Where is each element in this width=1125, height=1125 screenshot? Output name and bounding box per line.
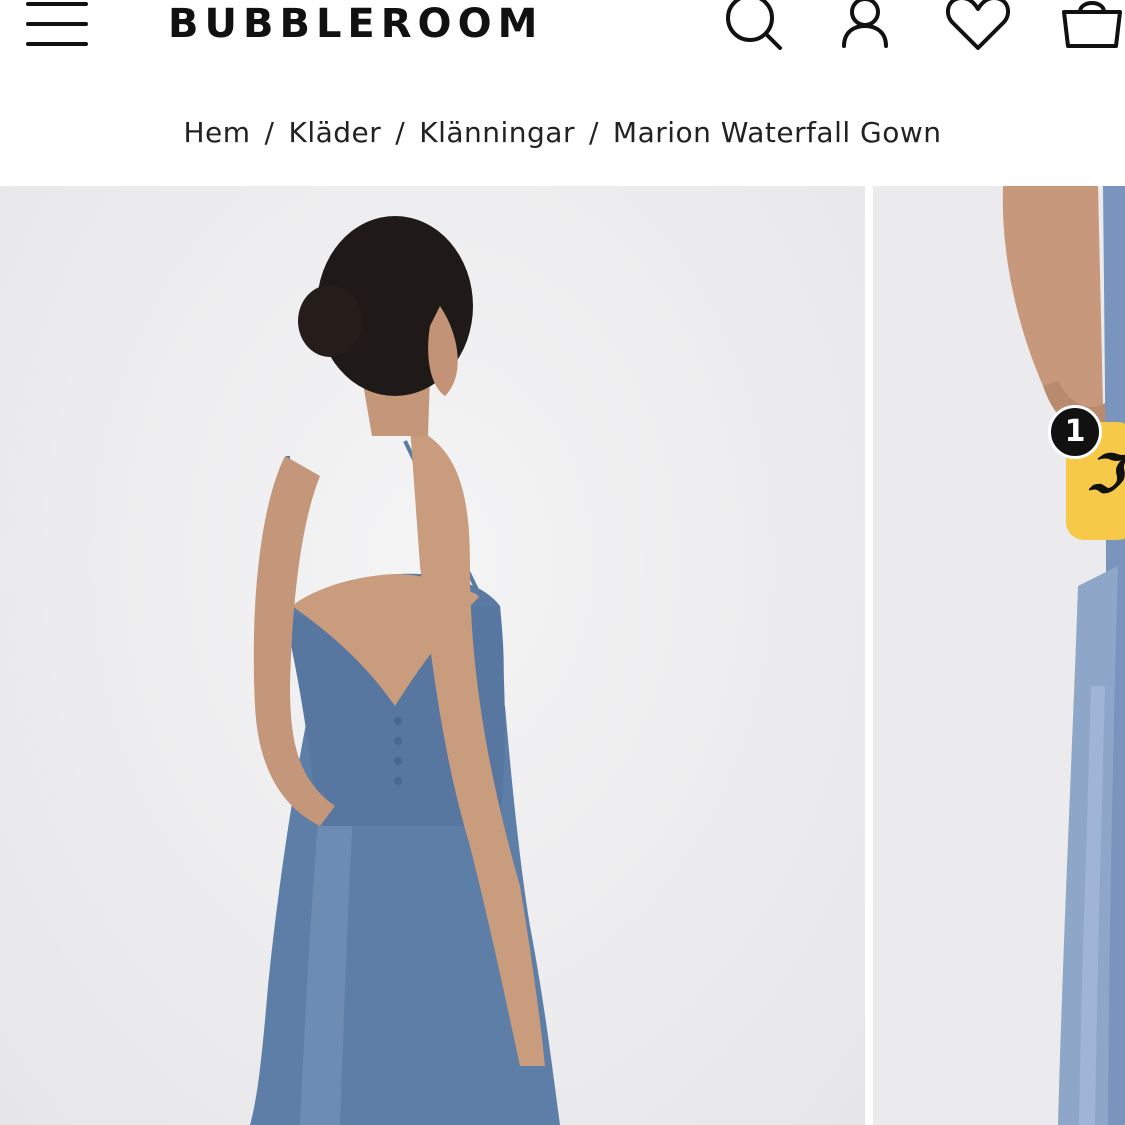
wishlist-heart-icon[interactable] [944, 0, 1012, 52]
product-image-gallery[interactable] [0, 186, 1125, 1125]
breadcrumb-separator: / [588, 116, 599, 149]
search-icon[interactable] [722, 0, 786, 52]
notification-count-badge: 1 [1048, 405, 1102, 459]
site-header: BUBBLEROOM [0, 0, 1125, 70]
account-icon[interactable] [838, 0, 892, 52]
breadcrumb-item-home[interactable]: Hem [183, 116, 250, 149]
breadcrumb-item-current: Marion Waterfall Gown [612, 116, 942, 149]
product-photo-main[interactable] [0, 186, 865, 1125]
brand-logo[interactable]: BUBBLEROOM [168, 2, 543, 46]
cart-bag-icon[interactable] [1058, 0, 1125, 52]
floating-chat-widget[interactable]: ℑ 1 [1048, 405, 1125, 540]
product-photo-next[interactable] [873, 186, 1125, 1125]
model-back-view-illustration [250, 216, 560, 1125]
hamburger-menu-icon[interactable] [26, 0, 88, 48]
breadcrumb: Hem / Kläder / Klänningar / Marion Waterfall G… [0, 110, 1125, 156]
chat-widget-icon: ℑ [1086, 444, 1123, 505]
breadcrumb-item-dresses[interactable]: Klänningar [419, 116, 575, 149]
breadcrumb-item-clothes[interactable]: Kläder [288, 116, 381, 149]
breadcrumb-separator: / [264, 116, 275, 149]
breadcrumb-separator: / [395, 116, 406, 149]
model-side-view-illustration [1002, 186, 1125, 1125]
